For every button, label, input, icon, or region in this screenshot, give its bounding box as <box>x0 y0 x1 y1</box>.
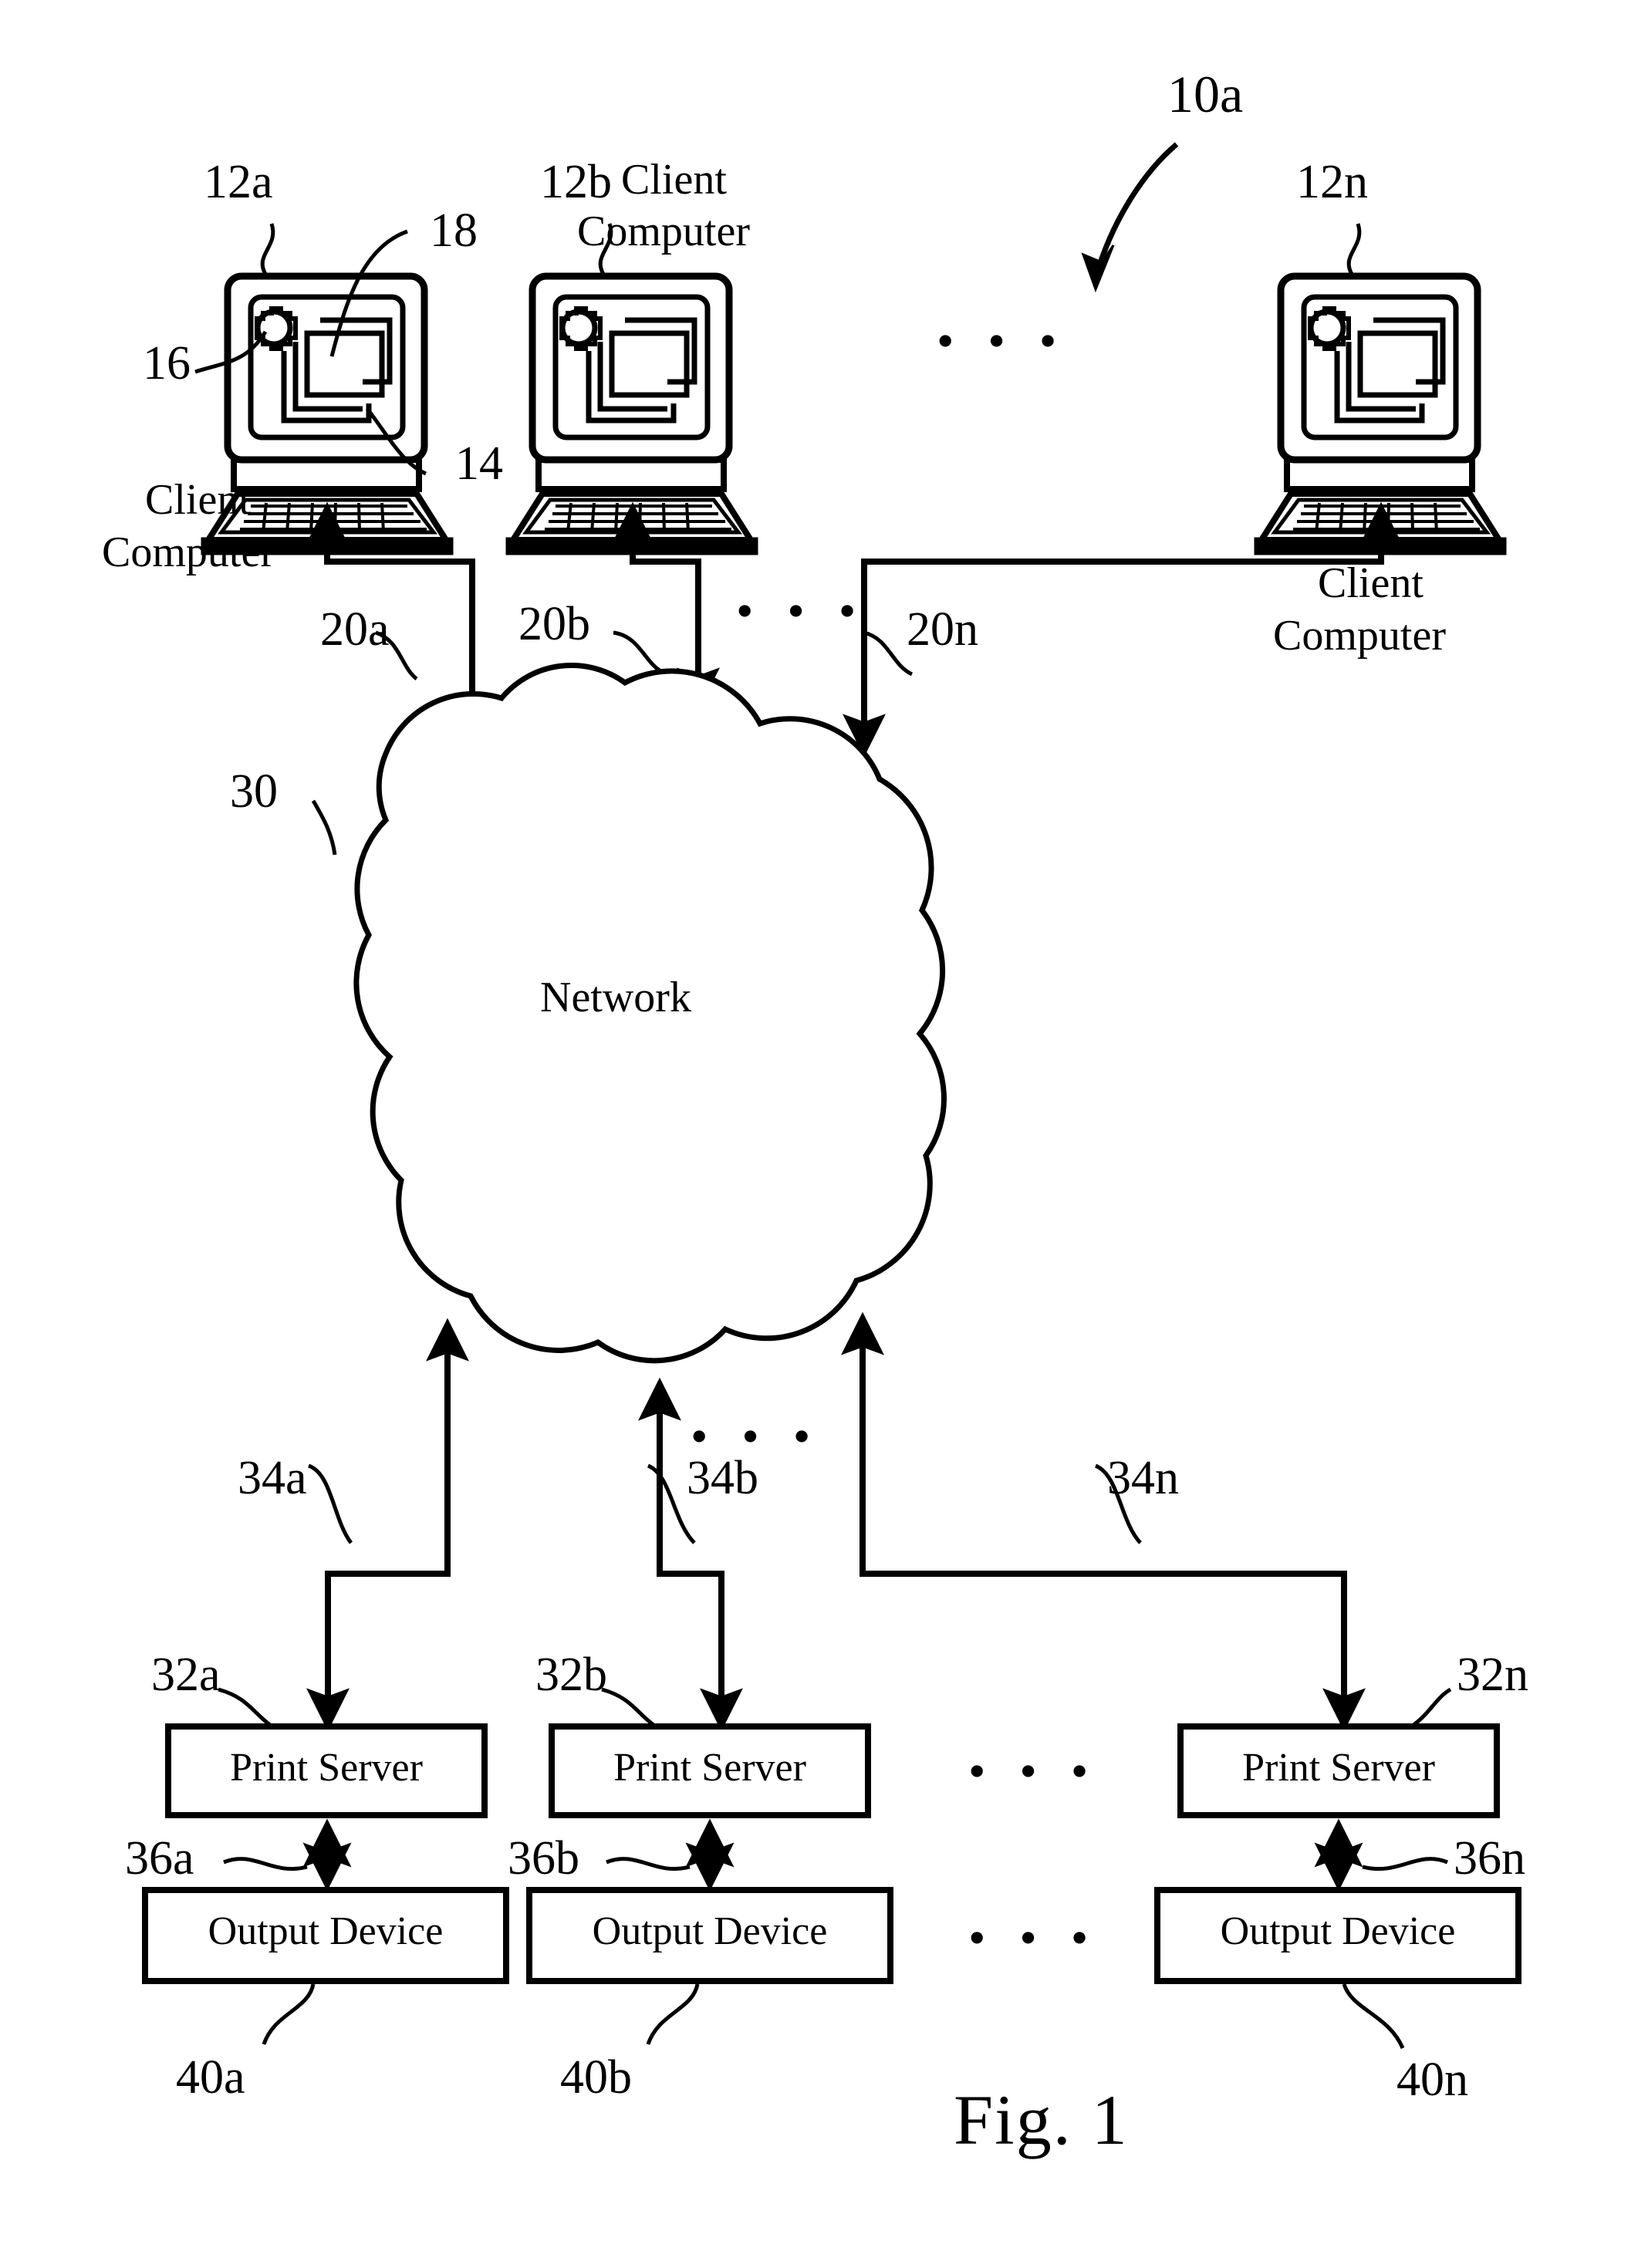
leader-32n <box>1412 1687 1452 1727</box>
ref-18: 18 <box>430 204 478 257</box>
leader-36n <box>1362 1857 1448 1871</box>
ref-40a: 40a <box>176 2051 245 2104</box>
ref-40b: 40b <box>560 2051 632 2104</box>
figure-caption: Fig. 1 <box>954 2081 1129 2159</box>
leader-40n <box>1342 1983 1405 2050</box>
print-server-label-a: Print Server <box>230 1746 423 1790</box>
ref-20n: 20n <box>907 603 978 656</box>
output-device-label-n: Output Device <box>1220 1909 1456 1953</box>
leader-40b <box>646 1983 700 2045</box>
ref-30: 30 <box>230 765 278 818</box>
ref-32n: 32n <box>1457 1649 1528 1701</box>
ref-36b: 36b <box>508 1832 579 1885</box>
leader-12n <box>1346 223 1362 277</box>
ellipsis-output-devices-row: • • • <box>968 1910 1099 1965</box>
ref-16: 16 <box>143 337 191 390</box>
leader-40a <box>262 1983 316 2045</box>
ellipsis-clients-row: • • • <box>937 313 1068 368</box>
link-34n <box>841 1311 1366 1732</box>
ref-34b: 34b <box>687 1452 758 1504</box>
leader-36a <box>223 1857 308 1871</box>
client-computer-label-n-line1: Client <box>1318 559 1424 607</box>
client-computer-label-b-line2: Computer <box>577 208 750 255</box>
leader-32a <box>218 1687 272 1727</box>
ref-36n: 36n <box>1454 1832 1525 1885</box>
output-device-label-b: Output Device <box>592 1909 828 1953</box>
ref-32b: 32b <box>535 1649 607 1701</box>
leader-20b <box>613 630 665 675</box>
link-34a <box>306 1318 469 1732</box>
patent-figure-1: 12a 12b 12n 18 16 14 10a Client Computer… <box>0 0 1638 2268</box>
ref-34a: 34a <box>238 1452 307 1504</box>
ref-36a: 36a <box>125 1832 194 1885</box>
client-computer-label-a-line2: Computer <box>102 528 275 576</box>
link-36n <box>1314 1818 1448 1892</box>
leader-20n <box>863 630 914 677</box>
ellipsis-links-row: • • • <box>736 583 867 638</box>
ref-20a: 20a <box>320 603 390 656</box>
ref-12b: 12b <box>540 156 612 208</box>
ref-14: 14 <box>455 437 503 490</box>
leader-34a <box>307 1463 353 1544</box>
ref-32a: 32a <box>151 1649 221 1701</box>
link-36b <box>606 1818 735 1892</box>
leader-18 <box>329 229 408 357</box>
ellipsis-print-servers-row: • • • <box>968 1743 1099 1798</box>
print-server-label-n: Print Server <box>1242 1746 1435 1790</box>
ref-40n: 40n <box>1397 2054 1468 2106</box>
ref-20b: 20b <box>518 598 590 650</box>
client-computer-label-a-line1: Client <box>145 476 251 524</box>
ref-34n: 34n <box>1107 1452 1179 1504</box>
ref-12n: 12n <box>1296 156 1368 208</box>
leader-32b <box>601 1687 655 1727</box>
client-computer-label-b-line1: Client <box>621 156 727 204</box>
ref-10a: 10a <box>1167 65 1244 123</box>
client-computer-label-n-line2: Computer <box>1273 612 1446 660</box>
ref-12a: 12a <box>204 156 273 208</box>
network-label: Network <box>540 974 691 1021</box>
leader-36b <box>606 1857 691 1871</box>
output-device-label-a: Output Device <box>208 1909 444 1953</box>
leader-12a <box>260 223 275 277</box>
link-36a <box>223 1818 352 1892</box>
print-server-label-b: Print Server <box>613 1746 806 1790</box>
leader-30 <box>311 799 337 856</box>
